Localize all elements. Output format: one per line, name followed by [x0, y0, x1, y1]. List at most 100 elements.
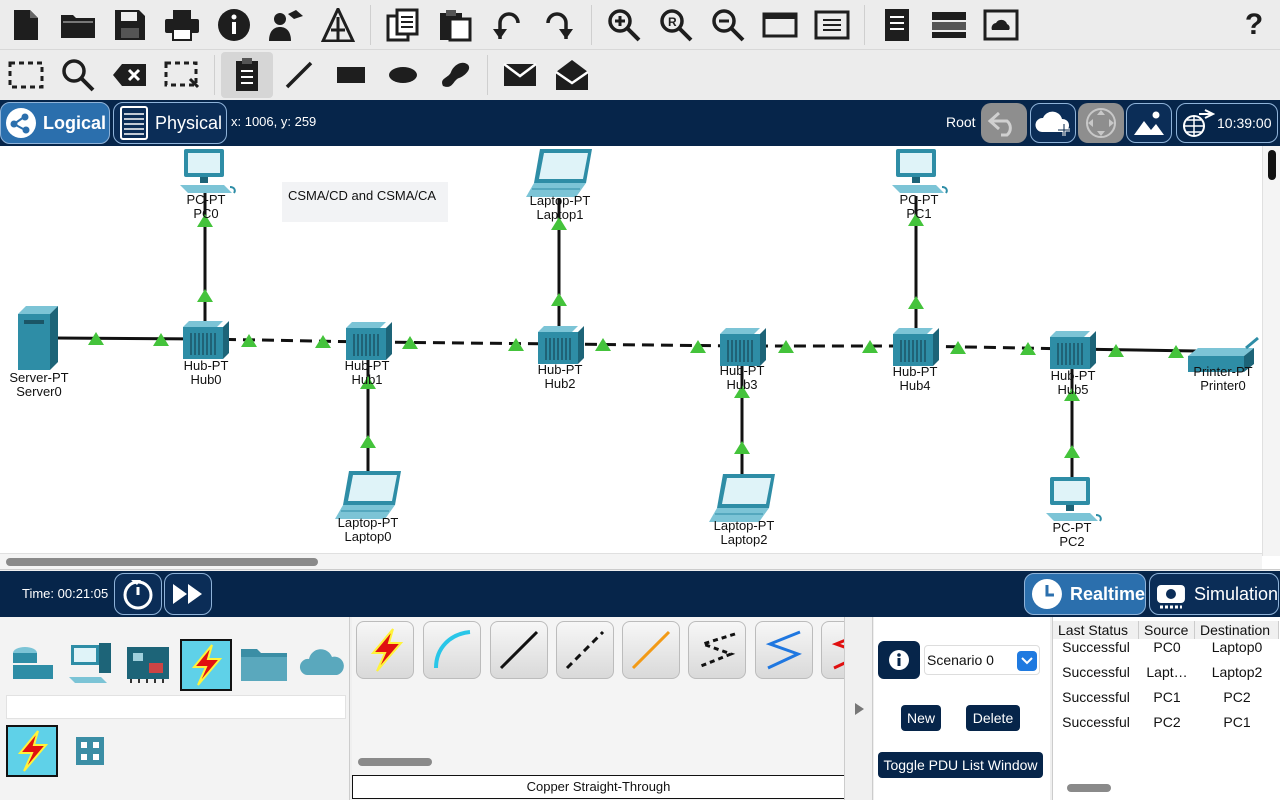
cable-coaxial[interactable] — [755, 621, 813, 679]
pdu-row-2-source[interactable]: Lapt… — [1139, 664, 1195, 680]
print-icon[interactable] — [156, 2, 208, 48]
freeform-icon[interactable] — [429, 52, 481, 98]
hub3-icon[interactable] — [719, 327, 767, 367]
vertical-scroll-thumb[interactable] — [1268, 150, 1276, 180]
horizontal-scroll-thumb[interactable] — [6, 558, 318, 566]
help-icon[interactable]: ? — [1228, 2, 1280, 48]
resize-icon[interactable] — [156, 52, 208, 98]
pdu-row-2-destination[interactable]: Laptop2 — [1195, 664, 1279, 680]
laptop0-icon[interactable] — [334, 470, 402, 520]
delete-scenario-button[interactable]: Delete — [966, 705, 1020, 731]
pdu-list-scrollbar[interactable] — [1055, 781, 1279, 795]
cable-console[interactable] — [423, 621, 481, 679]
delete-icon[interactable] — [104, 52, 156, 98]
copy-icon[interactable] — [377, 2, 429, 48]
open-folder-icon[interactable] — [52, 2, 104, 48]
pdu-col-last-status[interactable]: Last Status — [1053, 621, 1139, 639]
info-icon[interactable] — [208, 2, 260, 48]
laptop2-icon[interactable] — [708, 473, 776, 523]
notes-icon[interactable] — [871, 2, 923, 48]
save-icon[interactable] — [104, 2, 156, 48]
pdu-row-3-status[interactable]: Successful — [1053, 689, 1139, 705]
inspect-icon[interactable] — [52, 52, 104, 98]
toggle-pdu-list-button[interactable]: Toggle PDU List Window — [878, 752, 1043, 778]
hub0-icon[interactable] — [182, 320, 230, 360]
new-cluster-button[interactable] — [1030, 103, 1076, 143]
workspace-note[interactable]: CSMA/CD and CSMA/CA — [282, 182, 448, 222]
activity-wizard-icon[interactable] — [260, 2, 312, 48]
pdu-row-1-destination[interactable]: Laptop0 — [1195, 639, 1279, 655]
fast-forward-button[interactable] — [164, 573, 212, 615]
palette-icon[interactable] — [806, 2, 858, 48]
tab-physical[interactable]: Physical — [113, 102, 227, 144]
cable-fiber[interactable] — [622, 621, 680, 679]
cable-automatic[interactable] — [356, 621, 414, 679]
power-cycle-button[interactable] — [114, 573, 162, 615]
scenario-info-button[interactable] — [878, 641, 920, 679]
hub5-icon[interactable] — [1049, 330, 1097, 370]
hub2-icon[interactable] — [537, 325, 585, 365]
device-template-icon[interactable] — [923, 2, 975, 48]
panel-collapse-toggle[interactable] — [845, 617, 873, 800]
cable-serial[interactable] — [821, 621, 844, 679]
new-file-icon[interactable] — [0, 2, 52, 48]
server0-icon[interactable] — [18, 306, 58, 370]
category-end-devices[interactable] — [64, 637, 116, 689]
workspace-horizontal-scrollbar[interactable] — [0, 553, 1262, 569]
pdu-row-4-status[interactable]: Successful — [1053, 714, 1139, 730]
pdu-col-source[interactable]: Source — [1139, 621, 1195, 639]
workspace-vertical-scrollbar[interactable] — [1262, 146, 1280, 556]
laptop1-icon[interactable] — [525, 148, 593, 198]
tab-logical[interactable]: Logical — [0, 102, 110, 144]
pdu-row-1-status[interactable]: Successful — [1053, 639, 1139, 655]
draw-ellipse-icon[interactable] — [377, 52, 429, 98]
pdu-row-2-status[interactable]: Successful — [1053, 664, 1139, 680]
select-icon[interactable] — [0, 52, 52, 98]
pc0-icon[interactable] — [179, 148, 236, 194]
zoom-reset-icon[interactable]: R — [650, 2, 702, 48]
window-icon[interactable] — [754, 2, 806, 48]
zoom-out-icon[interactable] — [702, 2, 754, 48]
category-components[interactable] — [122, 637, 174, 689]
pc1-icon[interactable] — [891, 148, 948, 194]
draw-line-icon[interactable] — [273, 52, 325, 98]
cloud-viewer-icon[interactable] — [975, 2, 1027, 48]
hub4-icon[interactable] — [892, 327, 940, 367]
pdu-col-destination[interactable]: Destination — [1195, 621, 1279, 639]
category-network-devices[interactable] — [6, 637, 58, 689]
simulation-mode-button[interactable]: Simulation — [1149, 573, 1279, 615]
back-button[interactable] — [981, 103, 1027, 143]
move-object-button[interactable] — [1078, 103, 1124, 143]
redo-icon[interactable] — [533, 2, 585, 48]
hub1-icon[interactable] — [345, 321, 393, 361]
pdu-row-3-source[interactable]: PC1 — [1139, 689, 1195, 705]
subcategory-connections[interactable] — [6, 725, 58, 777]
viewport-clock[interactable]: 10:39:00 — [1176, 103, 1278, 143]
pdu-list-scroll-thumb[interactable] — [1067, 784, 1111, 792]
custom-device-icon[interactable] — [312, 2, 364, 48]
connections-scroll-thumb[interactable] — [358, 758, 432, 766]
cable-copper-straight-through[interactable] — [490, 621, 548, 679]
realtime-mode-button[interactable]: Realtime — [1024, 573, 1146, 615]
category-miscellaneous[interactable] — [238, 637, 290, 689]
cable-phone[interactable] — [688, 621, 746, 679]
pdu-row-1-source[interactable]: PC0 — [1139, 639, 1195, 655]
pdu-row-4-source[interactable]: PC2 — [1139, 714, 1195, 730]
zoom-in-icon[interactable] — [598, 2, 650, 48]
pc2-icon[interactable] — [1045, 476, 1102, 522]
new-scenario-button[interactable]: New — [901, 705, 941, 731]
paste-icon[interactable] — [429, 2, 481, 48]
scenario-select[interactable]: Scenario 0 — [924, 645, 1040, 675]
subcategory-grid[interactable] — [64, 725, 116, 777]
set-background-button[interactable] — [1126, 103, 1172, 143]
add-complex-pdu-icon[interactable] — [546, 52, 598, 98]
place-note-icon[interactable] — [221, 52, 273, 98]
add-simple-pdu-icon[interactable] — [494, 52, 546, 98]
pdu-row-3-destination[interactable]: PC2 — [1195, 689, 1279, 705]
pdu-row-4-destination[interactable]: PC1 — [1195, 714, 1279, 730]
draw-rectangle-icon[interactable] — [325, 52, 377, 98]
device-search-field[interactable] — [6, 695, 346, 719]
logical-workspace[interactable]: CSMA/CD and CSMA/CA Server-PT Server0 Hub… — [0, 146, 1280, 570]
undo-icon[interactable] — [481, 2, 533, 48]
cable-copper-cross-over[interactable] — [556, 621, 614, 679]
